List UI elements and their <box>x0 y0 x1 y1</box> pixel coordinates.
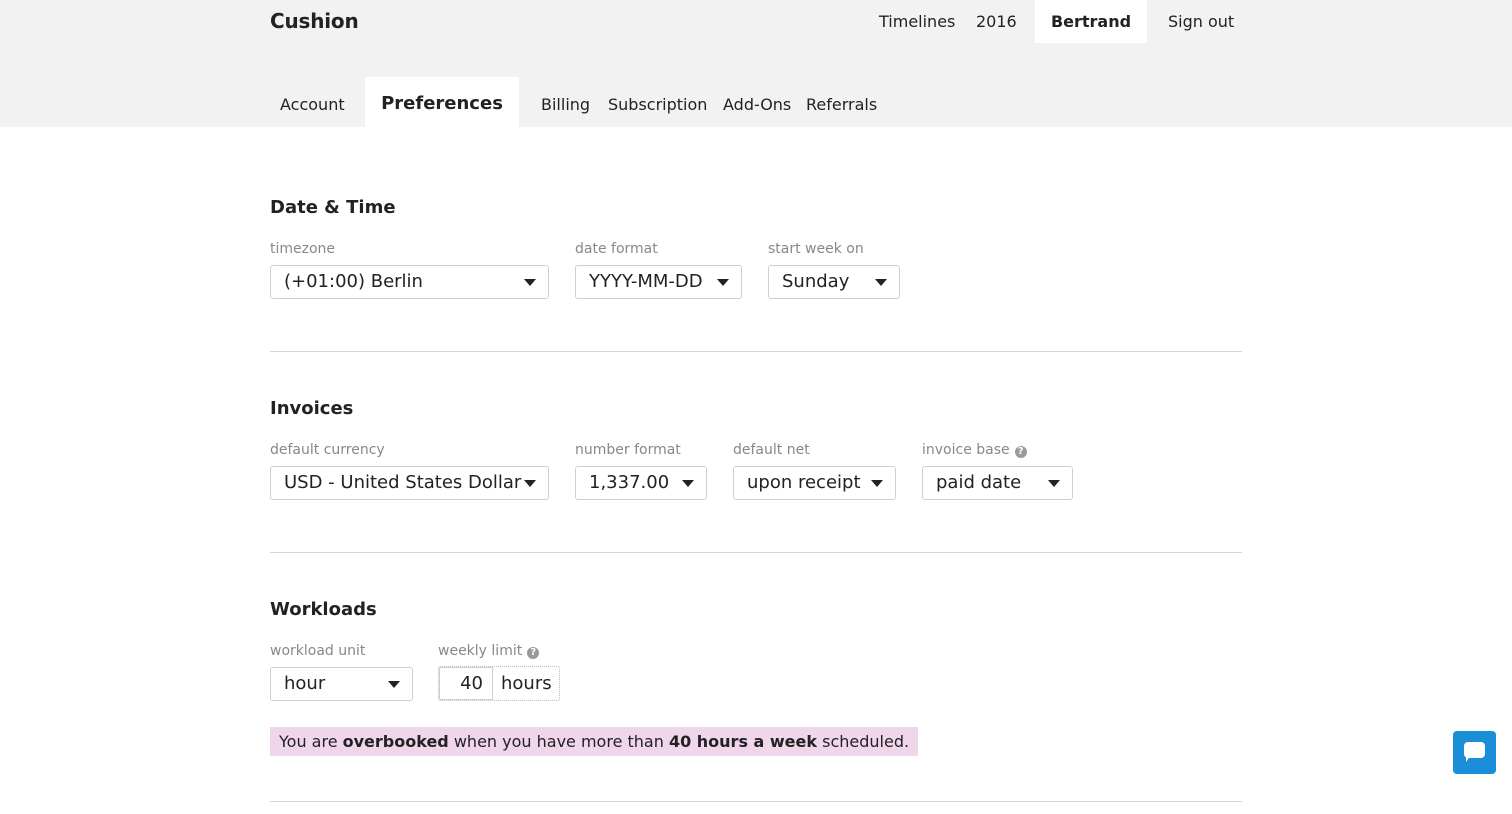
weekly-limit-input[interactable]: 40 <box>439 667 493 700</box>
caret-down-icon <box>875 279 887 286</box>
notice-text: You are <box>279 732 343 751</box>
workload-unit-value: hour <box>284 673 326 694</box>
chat-button[interactable] <box>1453 731 1496 774</box>
net-label: default net <box>733 442 810 458</box>
help-icon[interactable]: ? <box>527 647 540 659</box>
caret-down-icon <box>871 480 883 487</box>
help-icon[interactable]: ? <box>1014 446 1027 458</box>
workloads-title: Workloads <box>270 599 377 620</box>
header: Cushion Timelines 2016 Bertrand Sign out… <box>0 0 1512 127</box>
invoice-base-select[interactable]: paid date <box>922 466 1073 500</box>
overbooked-notice: You are overbooked when you have more th… <box>270 727 919 756</box>
invoice-base-label-text: invoice base <box>922 442 1010 458</box>
caret-down-icon <box>1048 480 1060 487</box>
timezone-value: (+01:00) Berlin <box>284 271 423 292</box>
invoices-title: Invoices <box>270 398 354 419</box>
start-week-label: start week on <box>768 241 864 257</box>
caret-down-icon <box>524 279 536 286</box>
caret-down-icon <box>682 480 694 487</box>
nav-year[interactable]: 2016 <box>976 0 1017 43</box>
number-format-select[interactable]: 1,337.00 <box>575 466 707 500</box>
tab-referrals[interactable]: Referrals <box>806 77 877 127</box>
notice-emphasis: 40 hours a week <box>668 732 818 751</box>
notice-text: when you have more than <box>448 732 669 751</box>
weekly-limit-label-text: weekly limit <box>438 643 523 659</box>
number-format-value: 1,337.00 <box>589 472 670 493</box>
start-week-select[interactable]: Sunday <box>768 265 900 299</box>
nav-sign-out[interactable]: Sign out <box>1168 0 1234 43</box>
net-select[interactable]: upon receipt <box>733 466 896 500</box>
date-format-label: date format <box>575 241 658 257</box>
nav-user[interactable]: Bertrand <box>1035 0 1147 43</box>
chat-icon-tail <box>1466 756 1474 762</box>
number-format-label: number format <box>575 442 681 458</box>
caret-down-icon <box>388 681 400 688</box>
date-format-select[interactable]: YYYY-MM-DD <box>575 265 742 299</box>
section-divider <box>270 552 1242 553</box>
workload-unit-label: workload unit <box>270 643 366 659</box>
tab-preferences[interactable]: Preferences <box>365 77 519 127</box>
timezone-label: timezone <box>270 241 336 257</box>
timezone-select[interactable]: (+01:00) Berlin <box>270 265 549 299</box>
nav-timelines[interactable]: Timelines <box>879 0 955 43</box>
datetime-title: Date & Time <box>270 197 396 218</box>
tab-billing[interactable]: Billing <box>541 77 590 127</box>
tab-subscription[interactable]: Subscription <box>608 77 707 127</box>
app-logo[interactable]: Cushion <box>270 9 359 33</box>
section-divider <box>270 351 1242 352</box>
caret-down-icon <box>717 279 729 286</box>
invoice-base-value: paid date <box>936 472 1022 493</box>
notice-text: scheduled. <box>817 732 910 751</box>
currency-value: USD - United States Dollar <box>284 472 522 493</box>
tab-account[interactable]: Account <box>280 77 345 127</box>
notice-emphasis: overbooked <box>342 732 449 751</box>
currency-select[interactable]: USD - United States Dollar <box>270 466 549 500</box>
caret-down-icon <box>524 480 536 487</box>
date-format-value: YYYY-MM-DD <box>589 271 703 292</box>
currency-label: default currency <box>270 442 385 458</box>
tab-add-ons[interactable]: Add-Ons <box>723 77 791 127</box>
section-divider <box>270 801 1242 802</box>
start-week-value: Sunday <box>782 271 850 292</box>
weekly-limit-unit: hours <box>501 673 552 694</box>
net-value: upon receipt <box>747 472 861 493</box>
weekly-limit-label: weekly limit? <box>438 643 540 659</box>
weekly-limit-group: 40 hours <box>438 666 560 701</box>
invoice-base-label: invoice base? <box>922 442 1027 458</box>
workload-unit-select[interactable]: hour <box>270 667 413 701</box>
